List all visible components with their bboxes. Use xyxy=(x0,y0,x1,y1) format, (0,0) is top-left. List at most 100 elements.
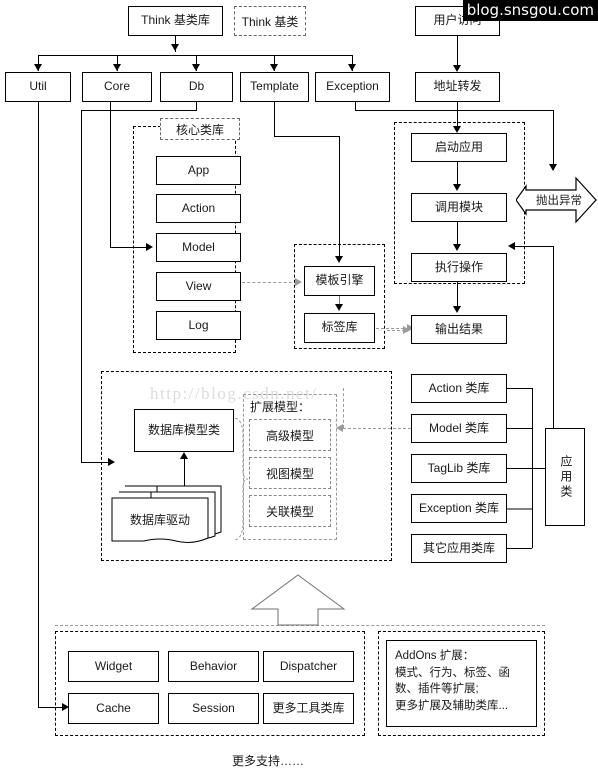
arrow-thinkbase-down-icon xyxy=(171,44,179,51)
note-addons-line-2: 模式、行为、标签、函 xyxy=(395,666,510,679)
box-tool-widget: Widget xyxy=(68,651,159,682)
box-app-boot-label: 启动应用 xyxy=(434,139,483,154)
arrow-drop-db-icon xyxy=(192,64,200,71)
box-taglib-label: 标签库 xyxy=(321,320,358,335)
line-template-right xyxy=(274,136,339,137)
box-dispatch: 地址转发 xyxy=(415,72,500,102)
line-exception-spine xyxy=(507,508,532,510)
box-taglib-class: TagLib 类库 xyxy=(411,454,507,483)
box-application-class-label: 应用类 xyxy=(558,454,573,500)
box-think-base-lib: Think 基类库 xyxy=(128,6,223,36)
arrow-template-to-output-icon xyxy=(403,326,410,334)
box-taglib-class-label: TagLib 类库 xyxy=(427,460,491,475)
box-module-core: Core xyxy=(82,72,152,102)
line-taglib-spine xyxy=(507,468,532,469)
line-exec-to-output xyxy=(457,282,458,309)
line-util-down xyxy=(38,102,39,707)
line-appclass-up xyxy=(553,246,554,428)
box-ext-advanced-model: 高级模型 xyxy=(249,419,331,451)
box-core-view-label: View xyxy=(185,278,212,293)
box-module-template-label: Template xyxy=(250,79,299,94)
box-tool-cache: Cache xyxy=(68,693,159,724)
box-other-app-class: 其它应用类库 xyxy=(411,534,507,563)
line-user-to-dispatch xyxy=(457,36,458,66)
line-core-down xyxy=(110,102,111,247)
box-other-app-class-label: 其它应用类库 xyxy=(422,540,495,555)
arrow-db-to-driver-icon xyxy=(108,458,115,466)
line-dispatch-branch-h xyxy=(355,110,553,111)
box-output: 输出结果 xyxy=(411,315,507,344)
line-dispatch-branch-down-left xyxy=(355,102,356,110)
arrow-core-to-model-icon xyxy=(146,243,153,251)
box-model-class-label: Model 类库 xyxy=(428,420,490,435)
box-core-action: Action xyxy=(156,194,241,223)
box-tool-behavior: Behavior xyxy=(168,651,259,682)
box-core-model-label: Model xyxy=(182,239,215,254)
box-template-engine-label: 模板引擎 xyxy=(315,273,364,288)
arrow-engine-to-taglib-icon xyxy=(335,304,343,311)
box-module-util: Util xyxy=(5,72,71,102)
arrow-user-to-dispatch-icon xyxy=(453,65,461,72)
box-application-class: 应用类 xyxy=(545,428,585,526)
arrow-dispatch-to-boot-icon xyxy=(453,126,461,133)
box-think-base-lib-label: Think 基类库 xyxy=(141,13,210,28)
svg-text:数据库驱动: 数据库驱动 xyxy=(130,512,190,527)
line-spine-to-appclass xyxy=(532,468,545,469)
box-module-exception: Exception xyxy=(315,72,390,102)
group-core-classes-title-label: 核心类库 xyxy=(175,122,224,137)
box-tool-session: Session xyxy=(168,693,259,724)
arrow-modelclass-to-ext-icon xyxy=(336,424,343,432)
box-core-log-label: Log xyxy=(188,317,209,332)
box-think-base-label: Think 基类 xyxy=(241,14,299,29)
box-exec-op: 执行操作 xyxy=(411,253,507,282)
group-ext-model-title: 扩展模型： xyxy=(250,400,311,414)
box-core-model: Model xyxy=(156,233,241,262)
box-module-template: Template xyxy=(240,72,309,102)
box-ext-advanced-model-label: 高级模型 xyxy=(265,428,314,443)
box-db-model-class: 数据库模型类 xyxy=(134,409,234,452)
box-action-class-label: Action 类库 xyxy=(428,380,490,395)
box-exec-op-label: 执行操作 xyxy=(434,259,483,274)
box-tool-cache-label: Cache xyxy=(96,700,131,715)
box-exception-class-label: Exception 类库 xyxy=(418,500,500,515)
box-think-base: Think 基类 xyxy=(234,6,306,36)
box-module-db-label: Db xyxy=(188,79,205,94)
box-tool-session-label: Session xyxy=(192,700,235,715)
line-db-down-2 xyxy=(81,110,82,462)
arrow-drop-exception-icon xyxy=(348,64,356,71)
arrow-drop-util-icon xyxy=(34,64,42,71)
note-addons: AddOns 扩展： 模式、行为、标签、函 数、插件等扩展; 更多扩展及辅助类库… xyxy=(386,640,537,727)
line-model-spine xyxy=(507,428,532,429)
note-addons-line-4: 更多扩展及辅助类库... xyxy=(395,700,509,713)
box-tool-dispatcher-label: Dispatcher xyxy=(279,658,338,673)
arrow-drop-template-icon xyxy=(270,64,278,71)
box-exception-class: Exception 类库 xyxy=(411,494,507,523)
box-module-core-label: Core xyxy=(103,79,130,94)
arrow-boot-to-call-icon xyxy=(453,184,461,191)
line-bus xyxy=(38,55,352,56)
line-branch-to-exception xyxy=(553,110,554,170)
box-call-module: 调用模块 xyxy=(411,193,507,222)
shape-throw-exception: 抛出异常 xyxy=(516,176,598,224)
box-db-model-class-label: 数据库模型类 xyxy=(147,422,220,437)
arrow-drop-core-icon xyxy=(113,64,121,71)
arrow-call-to-exec-icon xyxy=(453,244,461,251)
box-ext-view-model-label: 视图模型 xyxy=(265,466,314,481)
group-core-classes-title: 核心类库 xyxy=(160,118,240,140)
tools-caption: 更多支持…… xyxy=(232,754,305,768)
box-ext-relation-model: 关联模型 xyxy=(249,495,331,527)
box-action-class: Action 类库 xyxy=(411,374,507,403)
line-view-to-engine xyxy=(242,282,297,283)
box-dispatch-label: 地址转发 xyxy=(433,79,482,94)
note-addons-line-1: AddOns 扩展： xyxy=(395,650,475,662)
shape-brace xyxy=(233,417,249,545)
box-core-view: View xyxy=(156,272,241,301)
box-module-db: Db xyxy=(160,72,233,102)
note-addons-line-3: 数、插件等扩展; xyxy=(395,683,479,696)
box-tool-dispatcher: Dispatcher xyxy=(263,651,354,682)
line-other-spine xyxy=(507,548,532,549)
line-db-left xyxy=(81,110,197,111)
box-module-util-label: Util xyxy=(29,79,47,94)
box-module-exception-label: Exception xyxy=(326,79,379,94)
line-action-spine xyxy=(507,388,532,389)
